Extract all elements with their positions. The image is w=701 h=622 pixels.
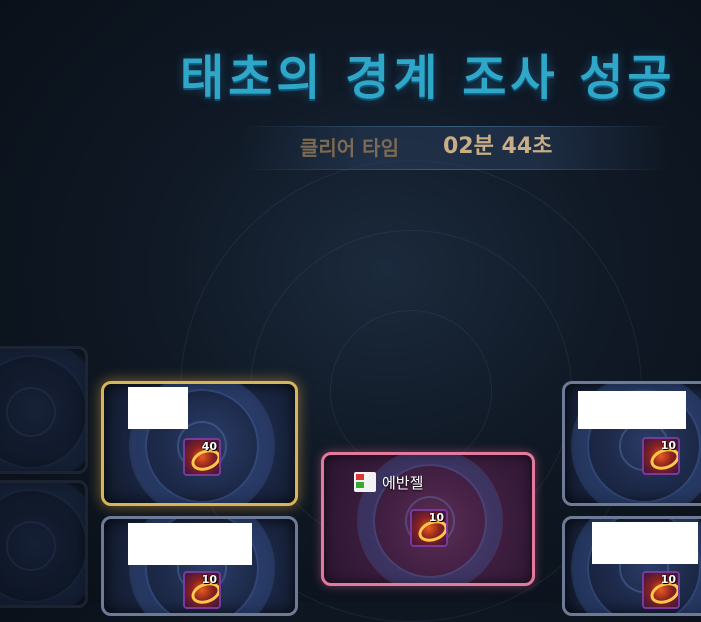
item-quantity: 10: [660, 439, 676, 452]
reward-card-highlight[interactable]: 에반젤 10: [321, 452, 535, 586]
clear-time-value: 02분 44초: [443, 134, 553, 159]
reward-card-faded: [0, 346, 88, 474]
circuit-pattern: [0, 355, 85, 469]
redacted-player-name: [128, 523, 252, 565]
ring-item-icon[interactable]: 10: [642, 571, 680, 609]
reward-card-gold[interactable]: 40: [101, 381, 298, 506]
redacted-player-name: [128, 387, 188, 429]
result-title: 태초의 경계 조사 성공: [180, 50, 676, 106]
ring-item-icon[interactable]: 10: [410, 509, 448, 547]
party-icon: [354, 472, 376, 492]
item-quantity: 10: [660, 573, 676, 586]
redacted-player-name: [578, 391, 686, 429]
player-tag: 에반젤: [354, 471, 423, 493]
reward-card[interactable]: 10: [562, 516, 701, 616]
reward-card-faded: [0, 480, 88, 608]
ring-item-icon[interactable]: 10: [642, 437, 680, 475]
reward-card[interactable]: 10: [101, 516, 298, 616]
circuit-pattern: [0, 489, 85, 603]
item-quantity: 10: [201, 573, 217, 586]
ring-item-icon[interactable]: 40: [183, 438, 221, 476]
reward-card[interactable]: 10: [562, 381, 701, 506]
clear-time-label: 클리어 타임: [300, 136, 399, 160]
redacted-player-name: [592, 522, 698, 564]
item-quantity: 10: [428, 511, 444, 524]
background-ring: [330, 310, 492, 472]
item-quantity: 40: [201, 440, 217, 453]
player-name: 에반젤: [382, 473, 424, 492]
ring-item-icon[interactable]: 10: [183, 571, 221, 609]
